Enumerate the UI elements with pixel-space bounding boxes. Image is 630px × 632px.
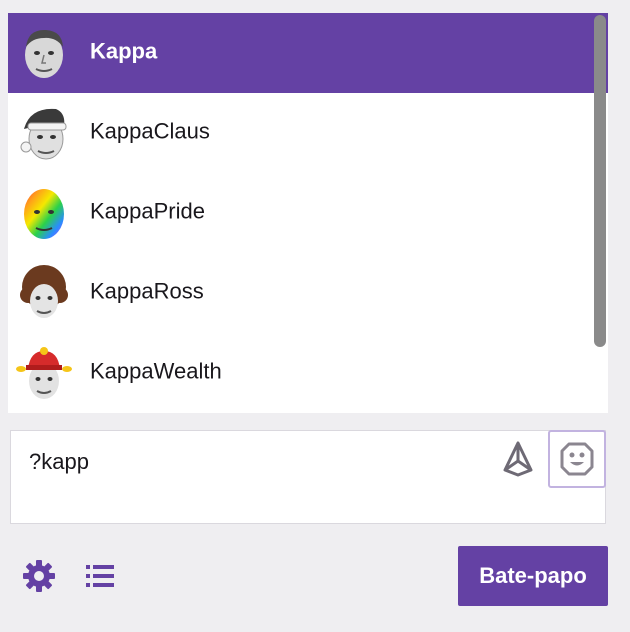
emote-suggestion-list: Kappa KappaClaus KappaPride KappaRoss Ka… xyxy=(8,13,608,413)
emote-suggestion-label: KappaWealth xyxy=(90,358,222,384)
emote-suggestion-kappapride[interactable]: KappaPride xyxy=(8,173,608,253)
gear-icon[interactable] xyxy=(22,559,56,593)
smiley-icon xyxy=(560,442,594,476)
emote-suggestion-label: Kappa xyxy=(90,38,158,64)
kappaross-face-icon xyxy=(20,265,68,318)
emote-suggestion-label: KappaClaus xyxy=(90,118,210,144)
list-icon[interactable] xyxy=(86,564,114,588)
kappaclaus-face-icon xyxy=(20,108,67,160)
kappa-face-icon xyxy=(25,29,63,78)
kappawealth-face-icon xyxy=(16,347,72,399)
emote-autocomplete-popup: Kappa KappaClaus KappaPride KappaRoss Ka… xyxy=(8,13,608,413)
emote-suggestion-label: KappaPride xyxy=(90,198,205,224)
emote-suggestion-kappaross[interactable]: KappaRoss xyxy=(8,253,608,333)
suggestion-scrollbar-thumb[interactable] xyxy=(594,15,606,347)
chat-input-value: ?kapp xyxy=(29,449,89,474)
kappapride-face-icon xyxy=(24,189,64,239)
emote-suggestion-kappawealth[interactable]: KappaWealth xyxy=(8,333,608,413)
chat-send-button[interactable]: Bate-papo xyxy=(458,546,608,606)
emote-suggestion-label: KappaRoss xyxy=(90,278,204,304)
bits-icon[interactable] xyxy=(502,441,534,477)
emote-suggestion-kappa[interactable]: Kappa xyxy=(8,13,608,93)
emote-picker-button[interactable] xyxy=(548,430,606,488)
emote-suggestion-kappaclaus[interactable]: KappaClaus xyxy=(8,93,608,173)
